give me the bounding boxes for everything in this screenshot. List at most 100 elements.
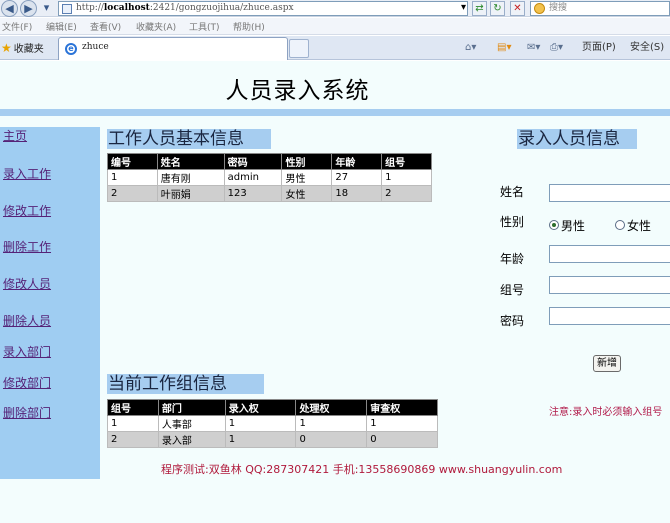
table-cell: 录入部 bbox=[157, 431, 226, 448]
password-label: 密码 bbox=[500, 314, 525, 328]
browser-menu-bar: 文件(F) 编辑(E) 查看(V) 收藏夹(A) 工具(T) 帮助(H) bbox=[0, 18, 670, 35]
table-cell: 0 bbox=[295, 431, 368, 448]
sidebar-link-add-department[interactable]: 录入部门 bbox=[3, 343, 51, 360]
sidebar-link-edit-staff[interactable]: 修改人员 bbox=[3, 275, 51, 292]
gender-female-label: 女性 bbox=[627, 219, 652, 233]
table-cell: 女性 bbox=[281, 185, 333, 202]
safety-menu[interactable]: 安全(S) bbox=[630, 41, 664, 55]
group-input[interactable] bbox=[549, 276, 670, 294]
gender-female-radio[interactable] bbox=[615, 220, 625, 230]
page-title: 人员录入系统 bbox=[225, 78, 370, 104]
home-icon[interactable]: ⌂▾ bbox=[465, 41, 476, 55]
group-section-title: 当前工作组信息 bbox=[107, 374, 264, 394]
url-text: http://localhost:2421/gongzuojihua/zhuce… bbox=[76, 3, 294, 13]
form-section-title: 录入人员信息 bbox=[517, 129, 637, 149]
staff-section-title: 工作人员基本信息 bbox=[107, 129, 271, 149]
menu-view[interactable]: 查看(V) bbox=[90, 20, 121, 33]
table-cell: 唐有刚 bbox=[156, 169, 225, 186]
table-row: 1 人事部 1 1 1 bbox=[107, 415, 438, 432]
url-field[interactable]: http://localhost:2421/gongzuojihua/zhuce… bbox=[58, 1, 468, 16]
menu-help[interactable]: 帮助(H) bbox=[233, 20, 265, 33]
forward-icon[interactable]: ▶ bbox=[20, 0, 37, 17]
gender-label: 性别 bbox=[500, 215, 525, 229]
gender-male-label: 男性 bbox=[561, 219, 586, 233]
table-row: 2 录入部 1 0 0 bbox=[107, 431, 438, 448]
browser-tab-bar: ★ 收藏夹 e zhuce ⌂▾ ▤▾ ✉▾ ⎙▾ 页面(P) 安全(S) bbox=[0, 36, 670, 60]
add-button[interactable]: 新增 bbox=[593, 355, 621, 372]
menu-tools[interactable]: 工具(T) bbox=[189, 20, 220, 33]
column-header: 密码 bbox=[223, 153, 283, 170]
tab-label: zhuce bbox=[82, 42, 109, 52]
back-icon[interactable]: ◀ bbox=[1, 0, 18, 17]
table-header-row: 组号 部门 录入权 处理权 审查权 bbox=[107, 399, 438, 416]
sidebar-link-add-work[interactable]: 录入工作 bbox=[3, 165, 51, 182]
table-cell: 1 bbox=[107, 415, 159, 432]
search-placeholder: 搜搜 bbox=[549, 3, 568, 13]
column-header: 组号 bbox=[381, 153, 432, 170]
table-cell: 1 bbox=[224, 415, 297, 432]
table-cell: 27 bbox=[331, 169, 383, 186]
table-cell: 2 bbox=[107, 185, 158, 202]
column-header: 部门 bbox=[157, 399, 226, 416]
new-tab-button[interactable] bbox=[289, 39, 309, 58]
url-dropdown-icon[interactable]: ▾ bbox=[456, 1, 471, 16]
gender-male-radio[interactable] bbox=[549, 220, 559, 230]
sidebar-link-delete-work[interactable]: 删除工作 bbox=[3, 238, 51, 255]
table-cell: 男性 bbox=[281, 169, 333, 186]
mail-icon[interactable]: ✉▾ bbox=[527, 41, 540, 55]
table-cell: 人事部 bbox=[157, 415, 226, 432]
column-header: 审查权 bbox=[366, 399, 438, 416]
column-header: 编号 bbox=[107, 153, 158, 170]
ie-icon: e bbox=[65, 43, 77, 55]
footer-credits: 程序测试:双鱼林 QQ:287307421 手机:13558690869 www… bbox=[161, 463, 563, 476]
refresh-icon[interactable]: ↻ bbox=[490, 1, 505, 16]
favorites-button[interactable]: ★ 收藏夹 bbox=[1, 40, 44, 56]
required-note: 注意:录入时必须输入组号 bbox=[549, 407, 663, 418]
search-engine-icon bbox=[534, 3, 545, 14]
column-header: 处理权 bbox=[295, 399, 368, 416]
group-table: 组号 部门 录入权 处理权 审查权 1 人事部 1 1 1 2 录入部 1 0 … bbox=[107, 399, 438, 448]
compatibility-view-icon[interactable]: ⇄ bbox=[472, 1, 487, 16]
menu-file[interactable]: 文件(F) bbox=[2, 20, 32, 33]
table-cell: 0 bbox=[366, 431, 438, 448]
sidebar-link-edit-work[interactable]: 修改工作 bbox=[3, 202, 51, 219]
stop-icon[interactable]: ✕ bbox=[510, 1, 525, 16]
sidebar-link-home[interactable]: 主页 bbox=[3, 127, 27, 144]
column-header: 性别 bbox=[281, 153, 333, 170]
search-input[interactable]: 搜搜 bbox=[530, 1, 670, 16]
tab-zhuce[interactable]: e zhuce bbox=[58, 37, 288, 60]
age-input[interactable] bbox=[549, 245, 670, 263]
table-cell: 2 bbox=[381, 185, 432, 202]
favorites-label: 收藏夹 bbox=[13, 44, 44, 55]
table-cell: admin bbox=[223, 169, 283, 186]
age-label: 年龄 bbox=[500, 252, 525, 266]
table-cell: 123 bbox=[223, 185, 283, 202]
page-menu[interactable]: 页面(P) bbox=[582, 41, 616, 55]
menu-favorites[interactable]: 收藏夹(A) bbox=[136, 20, 176, 33]
sidebar: 主页 录入工作 修改工作 删除工作 修改人员 删除人员 录入部门 修改部门 删除… bbox=[0, 127, 100, 479]
group-label: 组号 bbox=[500, 283, 525, 297]
page-icon bbox=[62, 4, 72, 14]
table-cell: 1 bbox=[295, 415, 368, 432]
table-cell: 1 bbox=[224, 431, 297, 448]
column-header: 姓名 bbox=[156, 153, 225, 170]
history-dropdown-icon[interactable]: ▾ bbox=[40, 0, 53, 17]
table-cell: 1 bbox=[381, 169, 432, 186]
menu-edit[interactable]: 编辑(E) bbox=[46, 20, 77, 33]
star-icon: ★ bbox=[1, 41, 12, 55]
radio-selected-dot bbox=[552, 223, 556, 227]
table-cell: 18 bbox=[331, 185, 383, 202]
sidebar-link-delete-staff[interactable]: 删除人员 bbox=[3, 312, 51, 329]
sidebar-link-delete-department[interactable]: 删除部门 bbox=[3, 404, 51, 421]
table-header-row: 编号 姓名 密码 性别 年龄 组号 bbox=[107, 153, 432, 170]
feeds-icon[interactable]: ▤▾ bbox=[497, 41, 511, 55]
column-header: 年龄 bbox=[331, 153, 383, 170]
password-input[interactable] bbox=[549, 307, 670, 325]
column-header: 录入权 bbox=[224, 399, 297, 416]
page-content: 人员录入系统 主页 录入工作 修改工作 删除工作 修改人员 删除人员 录入部门 … bbox=[0, 61, 670, 523]
table-cell: 1 bbox=[107, 169, 158, 186]
table-cell: 叶丽娟 bbox=[156, 185, 225, 202]
sidebar-link-edit-department[interactable]: 修改部门 bbox=[3, 374, 51, 391]
print-icon[interactable]: ⎙▾ bbox=[550, 41, 563, 55]
name-input[interactable] bbox=[549, 184, 670, 202]
